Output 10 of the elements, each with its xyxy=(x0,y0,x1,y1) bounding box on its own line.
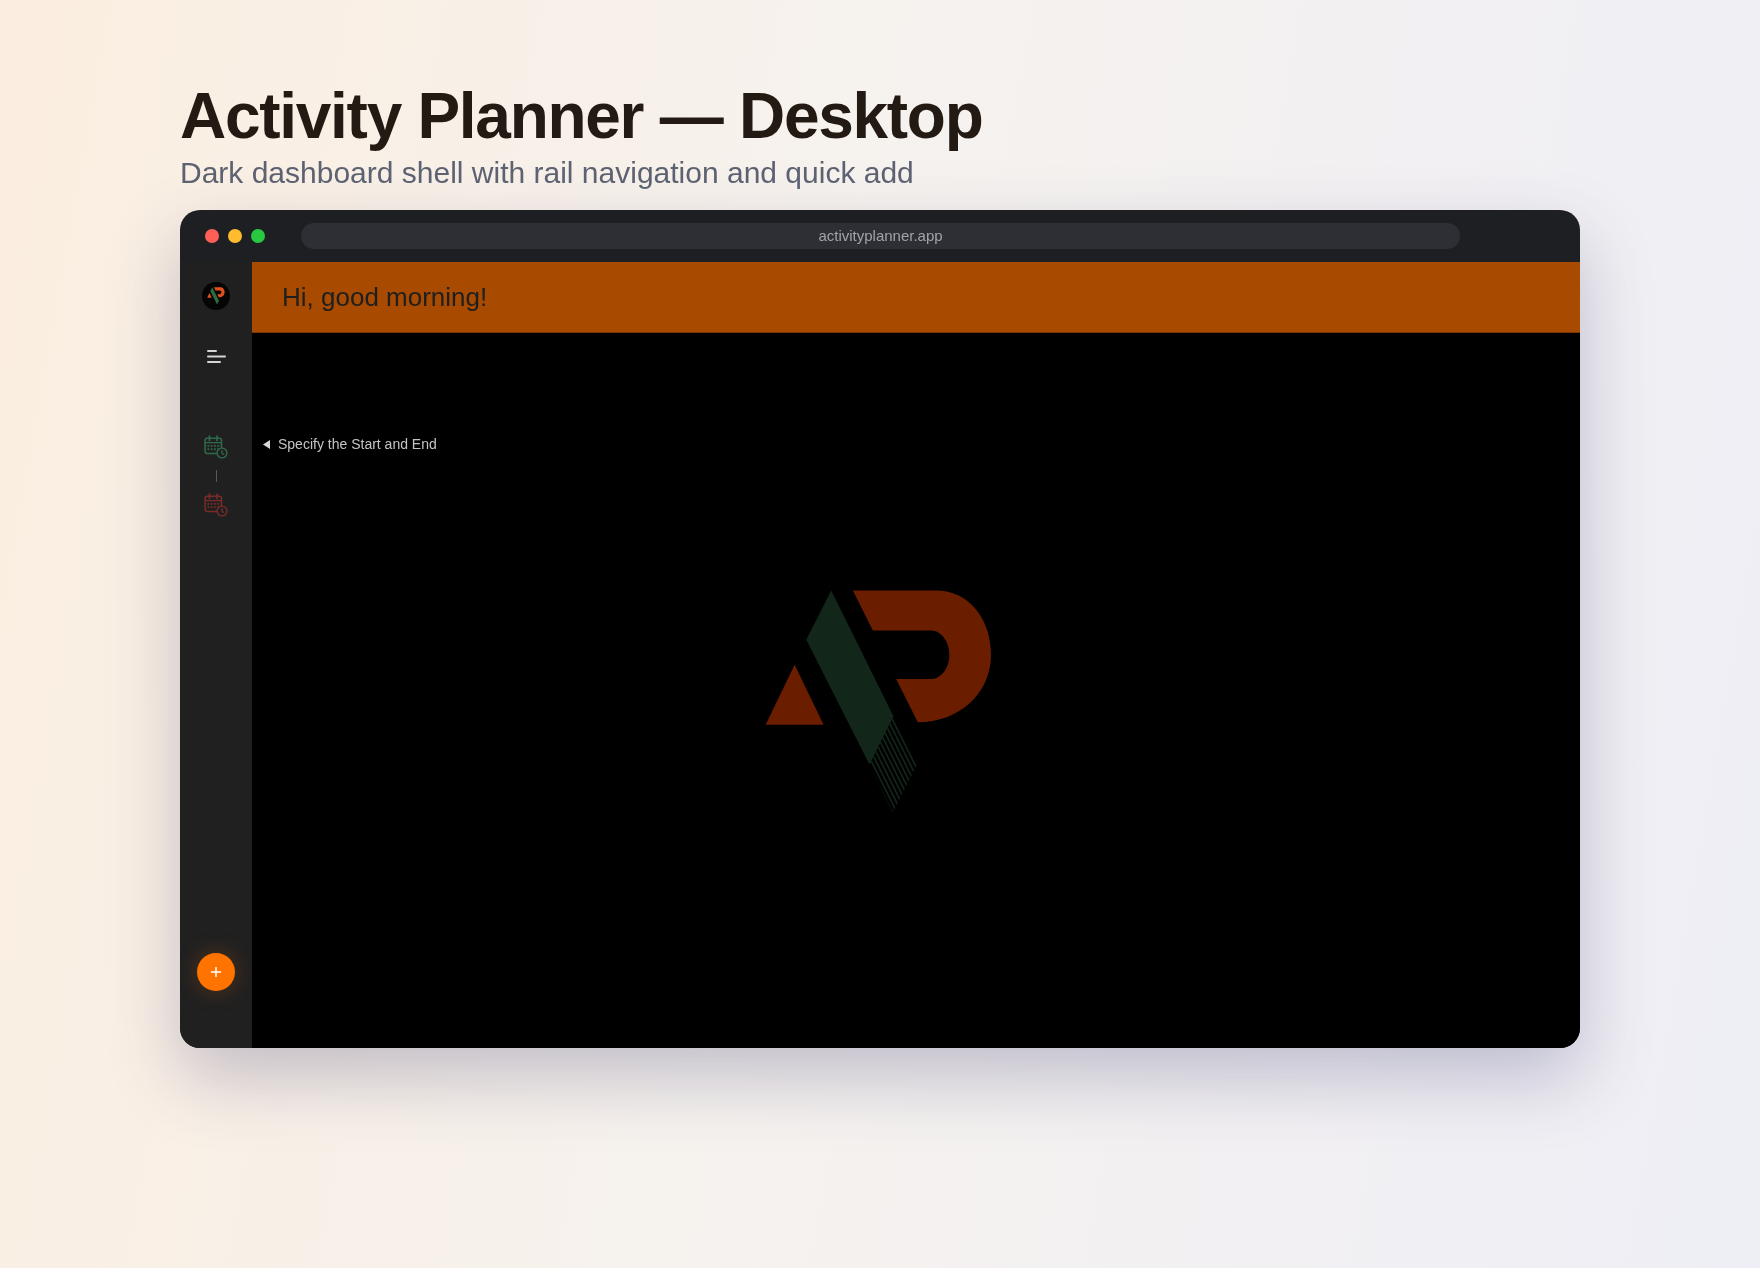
calendar-clock-icon[interactable] xyxy=(204,435,228,459)
plus-icon xyxy=(211,967,221,977)
caret-icon xyxy=(263,440,270,449)
page-subtitle: Dark dashboard shell with rail navigation and quick add xyxy=(180,155,914,191)
add-button[interactable] xyxy=(197,953,235,991)
address-bar[interactable]: activityplanner.app xyxy=(301,223,1460,249)
logo-icon[interactable] xyxy=(202,282,230,310)
greeting-text: Hi, good morning! xyxy=(282,280,488,314)
date-range-hint: Specify the Start and End xyxy=(278,436,437,453)
menu-icon[interactable] xyxy=(206,350,226,363)
